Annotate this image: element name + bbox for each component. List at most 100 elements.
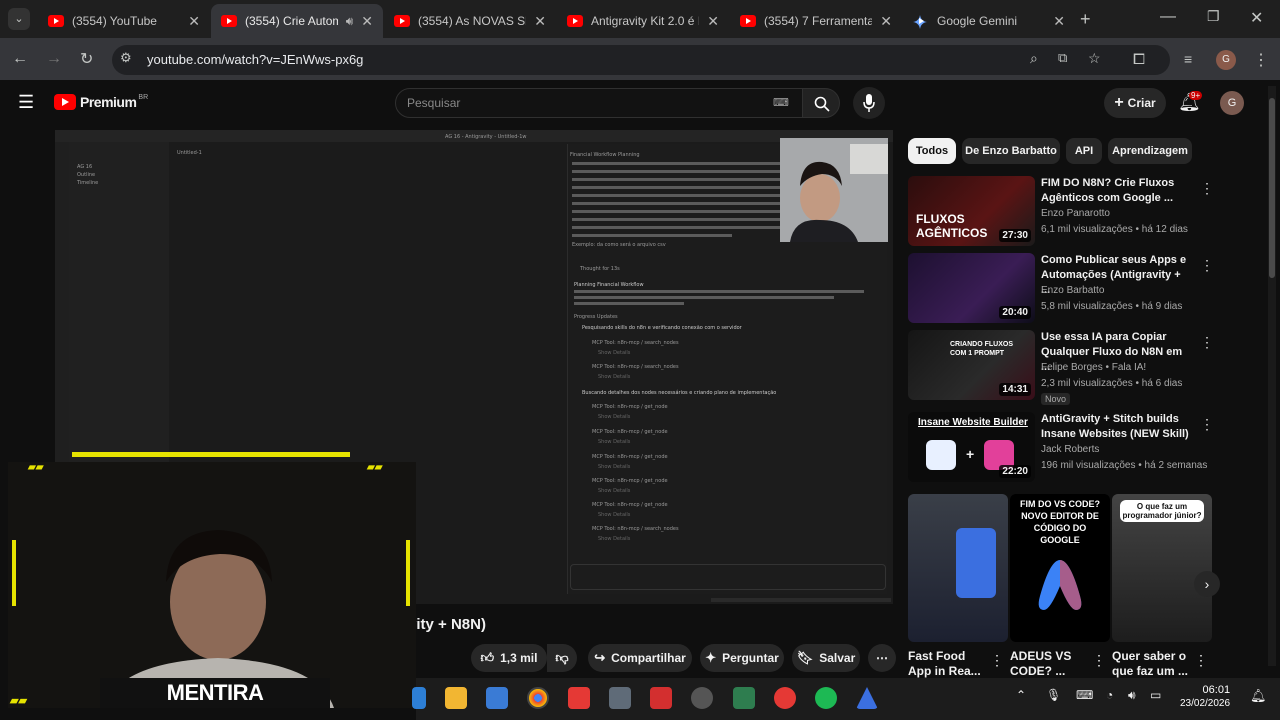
- speaker-icon[interactable]: 🔊︎: [346, 14, 354, 29]
- save-button[interactable]: 🔖︎ Salvar: [792, 644, 860, 672]
- tab-google-gemini[interactable]: Google Gemini ✕: [903, 4, 1075, 38]
- zoom-icon[interactable]: ⌕: [1030, 50, 1038, 67]
- close-icon[interactable]: ✕: [188, 13, 200, 30]
- overlay-stripes: ▰▰: [367, 462, 383, 473]
- notepad-icon[interactable]: [733, 687, 755, 709]
- chip-enzo-barbatto[interactable]: De Enzo Barbatto: [962, 138, 1060, 164]
- youtube-logo[interactable]: Premium BR: [54, 94, 148, 110]
- chip-aprendizagem[interactable]: Aprendizagem: [1108, 138, 1192, 164]
- recorder-icon[interactable]: [774, 687, 796, 709]
- store-icon[interactable]: [486, 687, 508, 709]
- tab-novas-skills[interactable]: (3554) As NOVAS Skil ✕: [384, 4, 556, 38]
- tab-antigravity-kit[interactable]: Antigravity Kit 2.0 é I ✕: [557, 4, 729, 38]
- related-video[interactable]: Insane Website Builder + 22:20 AntiGravi…: [908, 412, 1258, 484]
- close-icon[interactable]: ✕: [880, 13, 892, 30]
- ide-title: AG 16 - Antigravity - Untitled-1w: [445, 134, 527, 140]
- reload-icon[interactable]: ↻: [80, 49, 93, 69]
- video-meta: 2,3 mil visualizações • há 6 dias: [1041, 378, 1183, 389]
- video-thumbnail[interactable]: FLUXOS AGÊNTICOS 27:30: [908, 176, 1035, 246]
- keyboard-icon[interactable]: ⌨: [1076, 688, 1093, 702]
- more-vert-icon[interactable]: ⋮: [1200, 257, 1214, 274]
- battery-icon[interactable]: ▭: [1150, 688, 1161, 702]
- microphone-icon[interactable]: 🎙︎: [1046, 688, 1061, 702]
- channel-name[interactable]: Enzo Barbatto: [1041, 285, 1104, 296]
- forward-icon[interactable]: →: [46, 50, 62, 68]
- close-icon[interactable]: ✕: [707, 13, 719, 30]
- dislike-button[interactable]: 👎︎: [547, 644, 577, 672]
- create-button[interactable]: + Criar: [1104, 88, 1166, 118]
- mcp-tool-item: MCP Tool: n8n-mcp / get_node: [592, 404, 668, 410]
- scrollbar-thumb[interactable]: [1269, 98, 1275, 278]
- spotify-icon[interactable]: [815, 687, 837, 709]
- snipping-tool-icon[interactable]: [650, 687, 672, 709]
- ask-button[interactable]: ✦ Perguntar: [700, 644, 784, 672]
- search-input[interactable]: Pesquisar ⌨: [395, 88, 803, 118]
- new-tab-icon[interactable]: +: [1080, 9, 1091, 30]
- video-thumbnail[interactable]: CRIANDO FLUXOS COM 1 PROMPT 14:31: [908, 330, 1035, 400]
- bookmark-star-icon[interactable]: ☆: [1088, 50, 1101, 67]
- extensions-icon[interactable]: ⧠: [1133, 51, 1145, 68]
- more-vert-icon[interactable]: ⋮: [1200, 416, 1214, 433]
- restore-icon[interactable]: ❐: [1207, 8, 1220, 25]
- tab-youtube[interactable]: (3554) YouTube ✕: [38, 4, 210, 38]
- settings-icon[interactable]: [691, 687, 713, 709]
- thumbnail-text: FIM DO VS CODE? NOVO EDITOR DE CÓDIGO DO…: [1019, 499, 1100, 545]
- chrome-menu-icon[interactable]: ⋮: [1253, 50, 1269, 70]
- profile-avatar[interactable]: G: [1216, 50, 1236, 70]
- more-vert-icon[interactable]: ⋮: [990, 652, 1004, 669]
- media-control-icon[interactable]: ≡: [1184, 51, 1192, 67]
- close-icon[interactable]: ✕: [534, 13, 546, 30]
- video-thumbnail[interactable]: 20:40: [908, 253, 1035, 323]
- file-explorer-icon[interactable]: [445, 687, 467, 709]
- channel-name[interactable]: Enzo Panarotto: [1041, 208, 1110, 219]
- more-vert-icon[interactable]: ⋮: [1092, 652, 1106, 669]
- related-video[interactable]: FLUXOS AGÊNTICOS 27:30 FIM DO N8N? Crie …: [908, 176, 1258, 248]
- wifi-icon[interactable]: ◔: [1106, 688, 1113, 702]
- tab-crie-autom[interactable]: (3554) Crie Autom 🔊︎ ✕: [211, 4, 383, 38]
- tab-search-icon[interactable]: ⌄: [8, 8, 30, 30]
- search-button[interactable]: [802, 88, 840, 118]
- tray-chevron-icon[interactable]: ⌃: [1016, 688, 1026, 702]
- short-thumbnail[interactable]: [908, 494, 1008, 642]
- tab-7-ferramentas[interactable]: (3554) 7 Ferramentas ✕: [730, 4, 902, 38]
- site-info-icon[interactable]: ⚙: [120, 50, 132, 66]
- chip-api[interactable]: API: [1066, 138, 1102, 164]
- more-vert-icon[interactable]: ⋮: [1200, 180, 1214, 197]
- install-app-icon[interactable]: ⧉: [1058, 50, 1067, 66]
- short-thumbnail[interactable]: FIM DO VS CODE? NOVO EDITOR DE CÓDIGO DO…: [1010, 494, 1110, 642]
- window-close-icon[interactable]: ✕: [1250, 8, 1263, 28]
- channel-name[interactable]: Jack Roberts: [1041, 444, 1099, 455]
- volume-icon[interactable]: 🔊︎: [1128, 688, 1136, 703]
- chrome-icon[interactable]: [527, 687, 549, 709]
- presenter-webcam: [780, 138, 888, 242]
- short-thumbnail[interactable]: O que faz um programador júnior?: [1112, 494, 1212, 642]
- taskbar-clock[interactable]: 06:01 23/02/2026: [1180, 683, 1230, 711]
- back-icon[interactable]: ←: [12, 50, 28, 68]
- close-icon[interactable]: ✕: [361, 13, 373, 30]
- calculator-icon[interactable]: [609, 687, 631, 709]
- chip-todos[interactable]: Todos: [908, 138, 956, 164]
- plus-icon: +: [966, 446, 975, 462]
- microphone-icon: [863, 94, 875, 112]
- hamburger-menu-icon[interactable]: ☰: [18, 92, 34, 113]
- like-button[interactable]: 👍︎ 1,3 mil: [471, 644, 547, 672]
- related-video[interactable]: CRIANDO FLUXOS COM 1 PROMPT 14:31 Use es…: [908, 330, 1258, 405]
- channel-name[interactable]: Felipe Borges • Fala IA!: [1041, 362, 1146, 373]
- shorts-next-button[interactable]: ›: [1194, 571, 1220, 597]
- taskbar-app-icon[interactable]: [412, 687, 426, 709]
- share-button[interactable]: ↪ Compartilhar: [588, 644, 692, 672]
- app-icon[interactable]: [568, 687, 590, 709]
- video-meta: 196 mil visualizações • há 2 semanas: [1041, 460, 1208, 471]
- page-scrollbar[interactable]: [1268, 86, 1276, 666]
- related-video[interactable]: 20:40 Como Publicar seus Apps e Automaçõ…: [908, 253, 1258, 325]
- video-thumbnail[interactable]: Insane Website Builder + 22:20: [908, 412, 1035, 482]
- minimize-icon[interactable]: —: [1160, 8, 1176, 26]
- close-icon[interactable]: ✕: [1053, 13, 1065, 30]
- notification-center-icon[interactable]: 🔔︎: [1250, 688, 1267, 704]
- more-vert-icon[interactable]: ⋮: [1200, 334, 1214, 351]
- voice-search-button[interactable]: [853, 87, 885, 119]
- keyboard-icon[interactable]: ⌨: [773, 96, 789, 109]
- more-vert-icon[interactable]: ⋮: [1194, 652, 1208, 669]
- more-actions-button[interactable]: ⋯: [868, 644, 896, 672]
- avatar[interactable]: G: [1220, 91, 1244, 115]
